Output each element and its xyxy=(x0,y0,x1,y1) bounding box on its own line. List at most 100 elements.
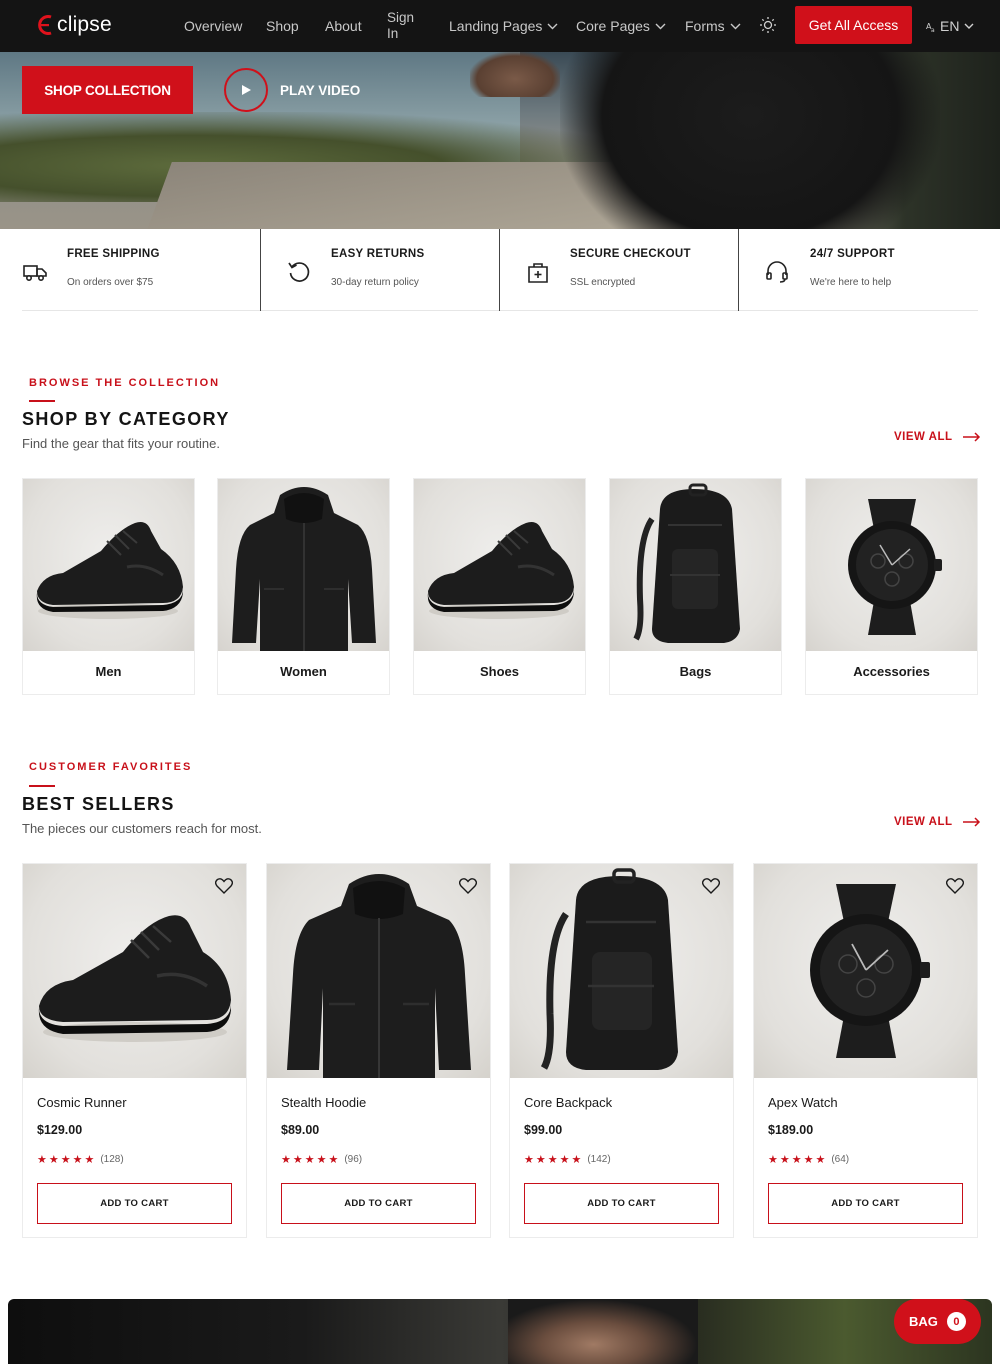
eyebrow-underline xyxy=(29,785,55,787)
play-video-button[interactable]: PLAY VIDEO xyxy=(224,68,360,112)
review-count: (96) xyxy=(344,1154,363,1165)
nav-link-overview[interactable]: Overview xyxy=(184,0,242,52)
category-image xyxy=(414,479,585,651)
wishlist-heart-icon[interactable] xyxy=(215,878,233,894)
add-to-cart-button[interactable]: ADD TO CART xyxy=(37,1183,232,1224)
wishlist-heart-icon[interactable] xyxy=(459,878,477,894)
feature-subtitle: We're here to help xyxy=(810,277,892,288)
product-name[interactable]: Stealth Hoodie xyxy=(281,1095,366,1110)
feature-subtitle: On orders over $75 xyxy=(67,277,154,288)
category-label: Men xyxy=(95,664,122,679)
nav-link-about[interactable]: About xyxy=(325,0,362,52)
nav-dropdown-forms[interactable]: Forms xyxy=(685,0,741,52)
product-card-cosmic-runner[interactable]: Cosmic Runner $129.00 ★★★★★ (128) ADD TO… xyxy=(22,863,247,1238)
feature-subtitle: SSL encrypted xyxy=(570,277,636,288)
product-image xyxy=(510,864,733,1078)
feature-easy-returns: EASY RETURNS 30-day return policy xyxy=(260,229,499,311)
hoodie-icon xyxy=(232,487,376,651)
hero-runner-fist xyxy=(470,52,560,97)
watch-icon xyxy=(848,499,942,635)
category-card-accessories[interactable]: Accessories xyxy=(805,478,978,695)
category-image xyxy=(218,479,389,651)
category-card-men[interactable]: Men xyxy=(22,478,195,695)
language-selector[interactable]: A a EN xyxy=(926,0,974,52)
view-all-categories-link[interactable]: VIEW ALL xyxy=(894,431,981,443)
wishlist-heart-icon[interactable] xyxy=(946,878,964,894)
logo-text: clipse xyxy=(57,13,112,36)
product-name[interactable]: Cosmic Runner xyxy=(37,1095,127,1110)
star-rating-icon: ★★★★★ xyxy=(768,1154,828,1166)
backpack-icon xyxy=(633,483,740,643)
section-subtitle: Find the gear that fits your routine. xyxy=(22,436,220,451)
section-title: BEST SELLERS xyxy=(22,794,175,814)
view-all-bestsellers-link[interactable]: VIEW ALL xyxy=(894,816,981,828)
hero-runner-image xyxy=(560,52,940,229)
product-price: $129.00 xyxy=(37,1123,83,1137)
bag-count-badge: 0 xyxy=(946,1312,966,1331)
category-label: Bags xyxy=(679,664,712,679)
product-card-apex-watch[interactable]: Apex Watch $189.00 ★★★★★ (64) ADD TO CAR… xyxy=(753,863,978,1238)
category-label: Shoes xyxy=(479,664,519,679)
product-rating: ★★★★★ (96) xyxy=(281,1153,362,1166)
promo-banner-image xyxy=(8,1299,992,1364)
product-card-core-backpack[interactable]: Core Backpack $99.00 ★★★★★ (142) ADD TO … xyxy=(509,863,734,1238)
add-to-cart-button[interactable]: ADD TO CART xyxy=(768,1183,963,1224)
hoodie-icon xyxy=(287,874,471,1078)
chevron-down-icon xyxy=(730,23,741,29)
view-all-label: VIEW ALL xyxy=(894,431,953,443)
feature-support: 24/7 SUPPORT We're here to help xyxy=(738,229,978,311)
category-card-bags[interactable]: Bags xyxy=(609,478,782,695)
category-card-shoes[interactable]: Shoes xyxy=(413,478,586,695)
language-label: EN xyxy=(940,18,960,34)
hero-banner: SHOP COLLECTION PLAY VIDEO xyxy=(0,52,1000,229)
nav-link-shop[interactable]: Shop xyxy=(266,0,299,52)
watch-icon xyxy=(810,884,930,1058)
product-price: $89.00 xyxy=(281,1123,320,1137)
get-all-access-button[interactable]: Get All Access xyxy=(795,6,912,44)
nav-dropdown-core-pages[interactable]: Core Pages xyxy=(576,0,666,52)
feature-secure-checkout: SECURE CHECKOUT SSL encrypted xyxy=(499,229,738,311)
nav-dropdown-label: Forms xyxy=(685,18,725,34)
section-eyebrow: CUSTOMER FAVORITES xyxy=(29,761,193,773)
refresh-icon xyxy=(288,262,310,282)
theme-toggle-sun-icon[interactable] xyxy=(759,16,777,34)
product-card-stealth-hoodie[interactable]: Stealth Hoodie $89.00 ★★★★★ (96) ADD TO … xyxy=(266,863,491,1238)
feature-title: FREE SHIPPING xyxy=(67,248,160,260)
product-price: $189.00 xyxy=(768,1123,814,1137)
product-rating: ★★★★★ (128) xyxy=(37,1153,124,1166)
brand-logo[interactable]: clipse xyxy=(36,13,112,37)
chevron-down-icon xyxy=(655,23,666,29)
nav-dropdown-landing-pages[interactable]: Landing Pages xyxy=(449,0,558,52)
shopping-bag-button[interactable]: BAG 0 xyxy=(894,1299,981,1344)
category-label: Accessories xyxy=(853,664,930,679)
product-image xyxy=(267,864,490,1078)
top-navigation: clipse Overview Shop About Sign In Landi… xyxy=(0,0,1000,52)
sneaker-icon xyxy=(427,522,574,619)
add-to-cart-button[interactable]: ADD TO CART xyxy=(281,1183,476,1224)
banner-model-image xyxy=(508,1299,698,1364)
truck-icon xyxy=(23,265,47,281)
play-video-label: PLAY VIDEO xyxy=(280,82,361,98)
product-name[interactable]: Core Backpack xyxy=(524,1095,612,1110)
feature-divider xyxy=(499,229,500,311)
eyebrow-underline xyxy=(29,400,55,402)
features-strip: FREE SHIPPING On orders over $75 EASY RE… xyxy=(22,229,978,311)
wishlist-heart-icon[interactable] xyxy=(702,878,720,894)
category-card-women[interactable]: Women xyxy=(217,478,390,695)
feature-subtitle: 30-day return policy xyxy=(331,277,419,288)
category-image xyxy=(610,479,781,651)
category-image xyxy=(23,479,194,651)
review-count: (142) xyxy=(587,1154,611,1165)
category-label: Women xyxy=(280,664,327,679)
nav-link-sign-in[interactable]: Sign In xyxy=(387,10,417,42)
product-name[interactable]: Apex Watch xyxy=(768,1095,838,1110)
section-title: SHOP BY CATEGORY xyxy=(22,409,230,429)
feature-title: SECURE CHECKOUT xyxy=(570,248,691,260)
add-to-cart-button[interactable]: ADD TO CART xyxy=(524,1183,719,1224)
star-rating-icon: ★★★★★ xyxy=(281,1154,341,1166)
product-price: $99.00 xyxy=(524,1123,563,1137)
svg-text:a: a xyxy=(931,27,935,32)
chevron-down-icon xyxy=(964,23,974,29)
shop-collection-button[interactable]: SHOP COLLECTION xyxy=(22,66,193,114)
nav-dropdown-label: Landing Pages xyxy=(449,18,543,34)
